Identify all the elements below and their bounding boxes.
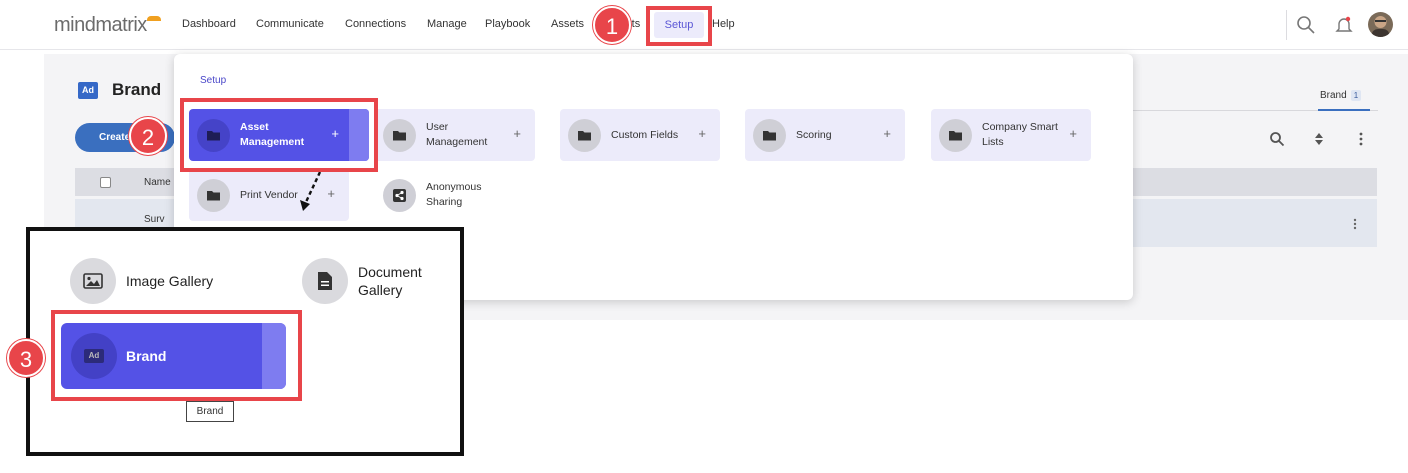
inset-label: Image Gallery: [126, 273, 214, 289]
plus-icon[interactable]: +: [1069, 126, 1077, 141]
tile-scoring[interactable]: Scoring +: [745, 109, 905, 161]
highlight-setup: [646, 6, 712, 46]
document-icon: [302, 258, 348, 304]
plus-icon[interactable]: +: [327, 186, 335, 201]
topbar-divider: [1286, 10, 1287, 40]
tile-user-management[interactable]: User Management +: [375, 109, 535, 161]
select-all-checkbox[interactable]: [100, 177, 111, 188]
tile-label: Company Smart Lists: [982, 121, 1058, 148]
user-avatar[interactable]: [1368, 12, 1393, 37]
inset-label: Document Gallery: [358, 264, 422, 298]
highlight-brand: [51, 310, 302, 401]
step-badge-1: 1: [593, 6, 631, 44]
screenshot-root: mindmatrix Dashboard Communicate Connect…: [0, 0, 1408, 473]
tile-company-smart-lists[interactable]: Company Smart Lists +: [931, 109, 1091, 161]
sort-icon[interactable]: [1311, 131, 1327, 147]
nav-connections[interactable]: Connections: [345, 18, 406, 30]
folder-icon: [753, 119, 786, 152]
active-tab-indicator: [1318, 109, 1370, 111]
search-icon[interactable]: [1296, 15, 1316, 35]
nav-help[interactable]: Help: [712, 18, 735, 30]
nav-dashboard[interactable]: Dashboard: [182, 18, 236, 30]
table-search-icon[interactable]: [1269, 131, 1285, 147]
share-icon: [383, 179, 416, 212]
nav-communicate[interactable]: Communicate: [256, 18, 324, 30]
folder-icon: [939, 119, 972, 152]
plus-icon[interactable]: +: [513, 126, 521, 141]
dropdown-title: Setup: [200, 75, 227, 86]
highlight-asset-management: [180, 98, 378, 172]
tab-brand-count: 1: [1350, 90, 1362, 101]
logo-accent: [147, 16, 161, 21]
more-options-icon[interactable]: [1353, 131, 1369, 147]
inset-image-gallery[interactable]: Image Gallery: [70, 258, 213, 304]
page-title: Brand: [112, 80, 162, 99]
brand-badge-icon: Ad: [78, 81, 98, 99]
folder-icon: [383, 119, 416, 152]
image-icon: [70, 258, 116, 304]
notification-bell-icon[interactable]: [1334, 15, 1354, 35]
column-header-name[interactable]: Name: [144, 177, 171, 188]
folder-icon: [197, 179, 230, 212]
pointer-arrow: [300, 171, 322, 211]
nav-assets[interactable]: Assets: [551, 18, 584, 30]
tile-custom-fields[interactable]: Custom Fields +: [560, 109, 720, 161]
tile-label: Anonymous Sharing: [426, 181, 482, 208]
brand-tooltip: Brand: [186, 401, 234, 422]
app-logo[interactable]: mindmatrix: [54, 14, 161, 37]
nav-playbook[interactable]: Playbook: [485, 18, 530, 30]
step-badge-2: 2: [129, 117, 167, 155]
nav-manage[interactable]: Manage: [427, 18, 467, 30]
page-title-group: Ad Brand: [78, 80, 161, 100]
step-badge-3: 3: [7, 339, 45, 377]
row-name-cell[interactable]: Surv: [144, 214, 165, 225]
tile-anonymous-sharing[interactable]: Anonymous Sharing: [375, 169, 535, 221]
tab-brand[interactable]: Brand 1: [1320, 90, 1362, 101]
plus-icon[interactable]: +: [883, 126, 891, 141]
inset-document-gallery[interactable]: Document Gallery: [302, 258, 438, 304]
plus-icon[interactable]: +: [698, 126, 706, 141]
row-more-icon[interactable]: [1352, 218, 1358, 230]
folder-icon: [568, 119, 601, 152]
tile-label: User Management: [426, 121, 488, 148]
